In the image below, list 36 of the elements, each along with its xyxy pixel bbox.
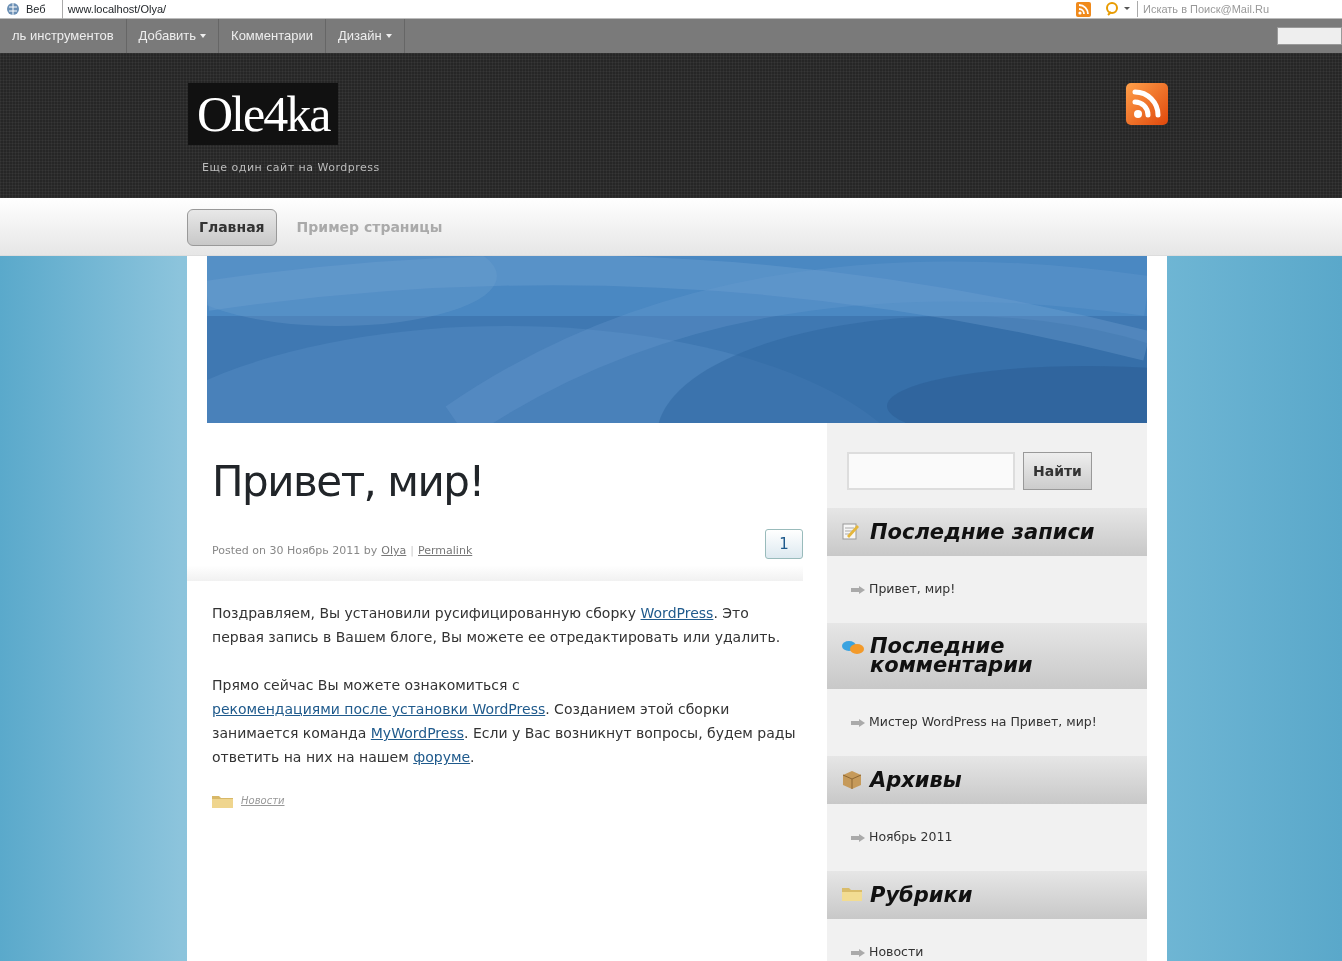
text-link[interactable]: рекомендациями после установки WordPress [212, 701, 546, 718]
site-tagline: Еще один сайт на Wordpress [201, 160, 380, 176]
post-paragraph: Прямо сейчас Вы можете ознакомиться с рекомендациями после установки WordPress. Созданием этой сборки занимается команда MyWordPress. Если у Вас возникнут вопросы, будем рады ответить на них на нашем форуме. [212, 676, 797, 768]
arrow-icon [851, 948, 865, 957]
widget-title: Последние записи [870, 522, 1095, 542]
post-title: Привет, мир! [212, 457, 485, 508]
caret-icon [200, 34, 207, 38]
post-meta: Posted on 30 Ноябрь 2011 by [212, 542, 378, 559]
comment-count-bubble[interactable]: 1 [765, 529, 803, 560]
search-field[interactable] [1277, 27, 1342, 45]
arrow-icon [851, 585, 865, 594]
text-link[interactable]: форуме [413, 749, 471, 766]
box-icon [842, 770, 864, 790]
nav-tab[interactable]: Главная [187, 208, 277, 246]
arrow-icon [851, 833, 865, 842]
rss-icon [1126, 83, 1168, 125]
arrow-icon [851, 718, 865, 727]
widget-link[interactable]: Привет, мир! [869, 580, 956, 599]
folder-icon [212, 793, 233, 808]
widget-title: Рубрики [870, 885, 973, 905]
permalink-link[interactable]: Permalink [418, 542, 473, 560]
post-paragraph: Поздравляем, Вы установили русифицированную сборку WordPress. Это первая запись в Вашем блоге, Вы можете ее отредактировать или удалить. [212, 604, 782, 648]
widget-link[interactable]: Ноябрь 2011 [869, 828, 953, 847]
widget-link[interactable]: Мистер WordPress на Привет, мир! [869, 713, 1097, 732]
author-link[interactable]: Olya [381, 542, 407, 560]
caret-icon [385, 34, 392, 38]
text-link[interactable]: WordPress [640, 605, 714, 622]
text-link[interactable]: MyWordPress [370, 725, 464, 742]
search-button[interactable]: Найти [1023, 452, 1092, 490]
site-logo[interactable]: Ole4ka [188, 83, 339, 145]
web-label[interactable]: Веб [26, 0, 46, 18]
search-icon [1105, 1, 1131, 17]
widget-title: Последние комментарии [870, 637, 1034, 675]
widget-title: Архивы [870, 770, 962, 790]
separator-text: | [410, 542, 414, 559]
widget-link[interactable]: Новости [869, 943, 924, 961]
